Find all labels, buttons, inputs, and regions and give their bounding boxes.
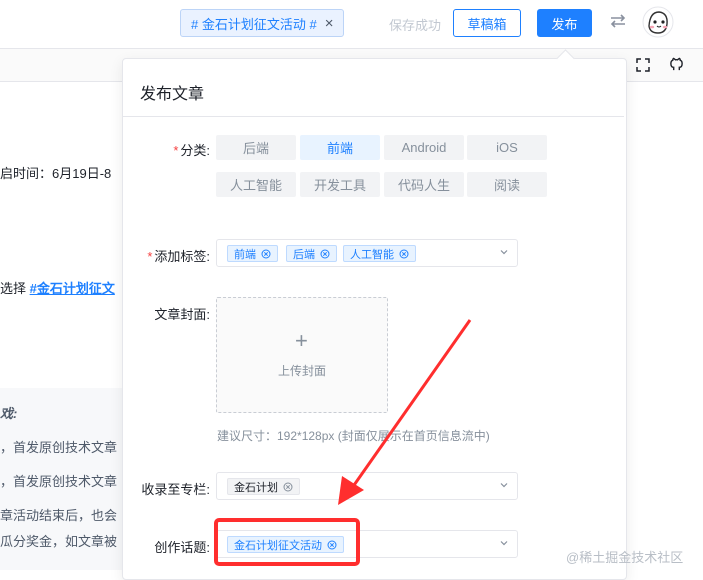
panel-title: 发布文章: [140, 86, 205, 103]
category-backend[interactable]: 后端: [216, 135, 296, 160]
highlight-box: [214, 518, 360, 566]
close-icon[interactable]: ×: [325, 15, 334, 32]
category-ai[interactable]: 人工智能: [216, 172, 296, 197]
plus-icon: +: [295, 328, 308, 353]
remove-icon[interactable]: [261, 249, 271, 259]
tags-select[interactable]: 前端 后端 人工智能: [216, 239, 518, 267]
watermark: @稀土掘金技术社区: [566, 550, 684, 565]
upload-label: 上传封面: [277, 364, 326, 378]
cover-hint: 建议尺寸：192*128px (封面仅展示在首页信息流中): [217, 429, 490, 443]
cover-upload[interactable]: + 上传封面: [216, 297, 388, 413]
save-status: 保存成功: [389, 18, 442, 33]
column-chip: 金石计划: [227, 478, 300, 495]
top-header: [0, 0, 703, 49]
editor-line: 选择 #金石计划征文: [0, 278, 115, 297]
column-select[interactable]: 金石计划: [216, 472, 518, 500]
quote-line: ，首发原创技术文章: [0, 440, 118, 455]
remove-icon[interactable]: [399, 249, 409, 259]
tag-chip: 后端: [286, 245, 337, 262]
topic-label: 创作话题:: [154, 540, 210, 555]
chevron-down-icon: [500, 250, 508, 255]
avatar[interactable]: [642, 6, 674, 38]
topic-chip[interactable]: # 金石计划征文活动 # ×: [180, 9, 345, 37]
category-ios[interactable]: iOS: [467, 135, 547, 160]
category-dev-tools[interactable]: 开发工具: [300, 172, 380, 197]
category-frontend[interactable]: 前端: [300, 135, 380, 160]
publish-button[interactable]: 发布: [537, 9, 592, 37]
column-label: 收录至专栏:: [141, 482, 210, 497]
editor-line-prefix: 选择: [0, 281, 30, 296]
category-code-life[interactable]: 代码人生: [384, 172, 464, 197]
tags-label: * 添加标签:: [147, 249, 210, 264]
category-reading[interactable]: 阅读: [467, 172, 547, 197]
chevron-down-icon: [500, 541, 508, 546]
chevron-down-icon: [500, 483, 508, 488]
fullscreen-icon[interactable]: [636, 58, 650, 72]
category-android[interactable]: Android: [384, 135, 464, 160]
remove-icon[interactable]: [283, 482, 293, 492]
editor-topic-link[interactable]: #金石计划征文: [30, 281, 115, 296]
remove-icon[interactable]: [320, 249, 330, 259]
divider: [123, 116, 624, 117]
topic-chip-label: # 金石计划征文活动 #: [191, 16, 317, 32]
github-icon[interactable]: [669, 57, 684, 72]
quote-title: 戏:: [0, 406, 18, 421]
cover-label: 文章封面:: [154, 307, 210, 322]
tag-chip: 人工智能: [343, 245, 416, 262]
switch-editor-icon[interactable]: [608, 11, 628, 31]
category-label: * 分类:: [173, 143, 210, 158]
quote-line: 章活动结束后，也会: [0, 508, 118, 523]
drafts-button[interactable]: 草稿箱: [453, 9, 521, 37]
quote-line: 瓜分奖金，如文章被: [0, 534, 118, 549]
editor-line: 启时间：6月19日-8: [0, 166, 112, 181]
tag-chip: 前端: [227, 245, 278, 262]
quote-line: ，首发原创技术文章: [0, 474, 118, 489]
